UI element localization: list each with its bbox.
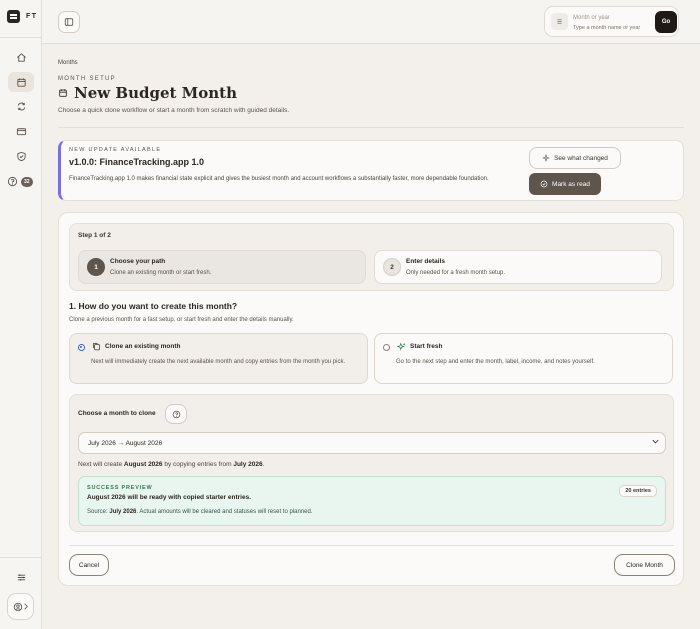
search-input[interactable]: Month or year [573,15,610,21]
entries-badge: 20 entries [619,485,657,497]
footer-divider [69,545,674,546]
see-what-changed-label: See what changed [554,154,608,162]
clone-label: Choose a month to clone [78,410,156,417]
success-title: August 2026 will be ready with copied st… [87,494,251,501]
copy-icon [93,343,100,351]
mark-as-read-button[interactable]: Mark as read [529,173,601,195]
logo-text: FT [26,13,38,20]
topbar: Month or year Type a month name or year … [42,0,700,44]
update-title: v1.0.0: FinanceTracking.app 1.0 [69,157,205,167]
option-title: Clone an existing month [105,343,181,350]
question-subtitle: Clone a previous month for a fast setup,… [69,317,294,323]
step-number: 2 [383,258,401,276]
update-banner: NEW UPDATE AVAILABLE v1.0.0: FinanceTrac… [58,140,684,201]
go-button[interactable]: Go [655,11,677,33]
shield-icon [16,151,26,161]
page-title-text: New Budget Month [74,84,237,102]
option-clone-existing[interactable]: Clone an existing month Next will immedi… [69,333,368,384]
chevron-right-icon [24,603,28,610]
refresh-icon [17,102,25,110]
sidebar-item-accounts[interactable] [8,121,34,141]
success-preview: SUCCESS PREVIEW August 2026 will be read… [78,476,666,526]
sidebar-item-settings[interactable] [8,567,34,587]
option-title: Start fresh [410,343,443,350]
step-subtitle: Clone an existing month or start fresh. [110,270,212,276]
cancel-button[interactable]: Cancel [69,554,109,576]
sidebar-divider-bottom [0,557,42,558]
logo[interactable]: FT [7,10,38,23]
user-icon [13,602,23,611]
option-start-fresh[interactable]: Start fresh Go to the next step and ente… [374,333,673,384]
sparkle-icon [542,154,550,162]
page-eyebrow: MONTH SETUP [58,76,116,82]
step-enter-details[interactable]: 2 Enter details Only needed for a fresh … [374,250,662,284]
clone-help-button[interactable] [165,404,187,424]
page-title: New Budget Month [58,84,237,102]
logo-icon [7,10,20,23]
search-hint: Type a month name or year [573,25,641,31]
sidebar-item-home[interactable] [8,47,34,67]
clone-radio[interactable] [78,344,85,351]
profile-button[interactable] [7,593,34,620]
header-divider [58,127,684,128]
success-eyebrow: SUCCESS PREVIEW [87,485,153,491]
clone-month-value: July 2026 → August 2026 [88,440,163,447]
sidebar: FT 32 [0,0,42,629]
sidebar-item-recurring[interactable] [8,96,34,116]
update-text: FinanceTracking.app 1.0 makes financial … [69,176,489,182]
calendar-icon [16,77,26,87]
step-label: Step 1 of 2 [78,232,111,239]
panel-icon [64,18,74,26]
sidebar-divider [0,37,42,38]
clone-panel: Choose a month to clone July 2026 → Augu… [69,394,674,532]
sidebar-item-security[interactable] [8,146,34,166]
stepper: Step 1 of 2 1 Choose your path Clone an … [69,223,674,291]
step-number: 1 [87,258,105,276]
step-title: Enter details [406,258,446,265]
option-desc: Next will immediately create the next av… [91,359,346,365]
month-setup-card: Step 1 of 2 1 Choose your path Clone an … [58,212,684,586]
check-circle-icon [540,180,548,188]
help-icon [172,410,180,418]
update-eyebrow: NEW UPDATE AVAILABLE [69,147,162,153]
start-fresh-radio[interactable] [383,344,390,351]
chevron-down-icon [652,439,659,444]
help-badge: 32 [21,176,33,187]
clone-month-button[interactable]: Clone Month [614,554,675,576]
step-choose-path[interactable]: 1 Choose your path Clone an existing mon… [78,250,366,284]
calendar-icon [59,89,67,97]
help-icon [7,176,18,187]
clone-month-select[interactable]: July 2026 → August 2026 [78,432,666,454]
page-subtitle: Choose a quick clone workflow or start a… [58,107,290,114]
see-what-changed-button[interactable]: See what changed [529,147,621,169]
sidebar-item-help[interactable]: 32 [7,176,33,187]
month-search[interactable]: Month or year Type a month name or year … [544,6,679,37]
sidebar-toggle-button[interactable] [58,11,80,33]
search-icon [551,13,568,30]
step-title: Choose your path [110,258,166,265]
sidebar-item-months[interactable] [8,72,34,92]
option-desc: Go to the next step and enter the month,… [396,359,595,365]
step-subtitle: Only needed for a fresh month setup. [406,270,506,276]
clone-note: Next will create August 2026 by copying … [78,461,265,468]
breadcrumb[interactable]: Months [58,60,78,66]
sliders-icon [17,573,25,581]
mark-as-read-label: Mark as read [552,180,590,188]
question-title: 1. How do you want to create this month? [69,301,238,311]
success-desc: Source: July 2026. Actual amounts will b… [87,509,313,515]
sparkle-icon [397,342,406,351]
card-icon [16,127,26,135]
home-icon [16,52,26,62]
